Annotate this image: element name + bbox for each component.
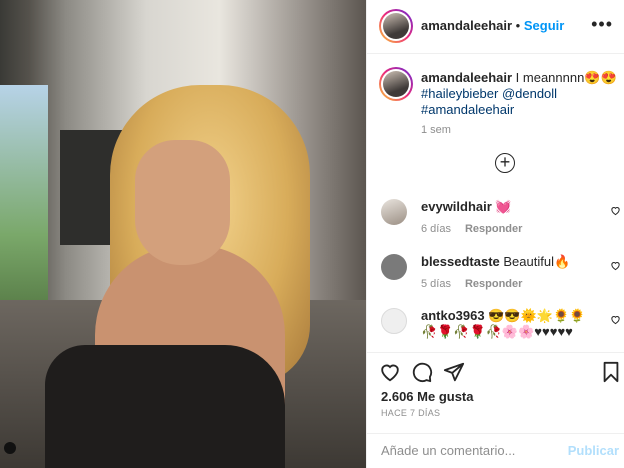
like-comment-heart-icon[interactable] xyxy=(610,205,621,216)
post-header: amandaleehair • Seguir ••• xyxy=(367,0,624,54)
comment-username[interactable]: evywildhair xyxy=(421,199,492,214)
load-more-comments-button[interactable]: + xyxy=(495,153,515,173)
comment-item: evywildhair 💓 6 días Responder xyxy=(367,199,624,239)
post-panel: amandaleehair • Seguir ••• amandaleehair… xyxy=(366,0,624,468)
comment-username[interactable]: blessedtaste xyxy=(421,254,500,269)
comment-body: evywildhair 💓 xyxy=(421,199,601,215)
like-comment-heart-icon[interactable] xyxy=(610,260,621,271)
follow-button[interactable]: Seguir xyxy=(524,18,564,33)
save-bookmark-icon[interactable] xyxy=(601,361,621,383)
post-date[interactable]: HACE 7 DÍAS xyxy=(381,408,440,418)
photo-clothing xyxy=(45,345,285,468)
add-comment-input[interactable] xyxy=(381,443,561,458)
comment-item: antko3963 😎😎🌞🌟🌻🌻🥀🌹🥀🌹🥀🌸🌸♥♥♥♥♥ xyxy=(367,308,624,348)
comment-meta: 6 días Responder xyxy=(421,223,536,235)
caption-text: I meannnnn😍😍 xyxy=(512,70,617,85)
comment-body: blessedtaste Beautiful🔥 xyxy=(421,254,601,270)
author-avatar[interactable] xyxy=(379,9,413,43)
post-actions: 2.606 Me gusta HACE 7 DÍAS Publicar xyxy=(367,352,624,462)
reply-button[interactable]: Responder xyxy=(465,223,522,235)
caption-avatar[interactable] xyxy=(379,67,413,101)
add-comment-bar: Publicar xyxy=(367,433,624,468)
publish-button[interactable]: Publicar xyxy=(568,443,619,458)
reply-button[interactable]: Responder xyxy=(465,278,522,290)
more-options-icon[interactable]: ••• xyxy=(591,14,613,35)
post-photo[interactable] xyxy=(0,0,366,468)
comment-body: antko3963 😎😎🌞🌟🌻🌻🥀🌹🥀🌹🥀🌸🌸♥♥♥♥♥ xyxy=(421,308,601,340)
header-separator: • xyxy=(515,18,521,33)
comment-text: Beautiful🔥 xyxy=(499,254,571,269)
comment-time[interactable]: 6 días xyxy=(421,223,451,235)
comment-item: blessedtaste Beautiful🔥 5 días Responder xyxy=(367,254,624,294)
photo-window xyxy=(0,85,48,335)
user-tag-icon[interactable] xyxy=(4,442,16,454)
comment-avatar[interactable] xyxy=(381,254,407,280)
comment-avatar[interactable] xyxy=(381,308,407,334)
comment-avatar[interactable] xyxy=(381,199,407,225)
caption-tags[interactable]: #haileybieber @dendoll #amandaleehair xyxy=(421,86,557,117)
share-paper-plane-icon[interactable] xyxy=(443,361,465,383)
comment-text: 💓 xyxy=(491,199,512,214)
comment-bubble-icon[interactable] xyxy=(411,361,433,383)
post-caption: amandaleehair I meannnnn😍😍 #haileybieber… xyxy=(421,70,617,118)
comment-meta: 5 días Responder xyxy=(421,278,536,290)
like-heart-icon[interactable] xyxy=(379,361,401,383)
like-comment-heart-icon[interactable] xyxy=(610,314,621,325)
likes-count[interactable]: 2.606 Me gusta xyxy=(381,389,474,404)
author-username[interactable]: amandaleehair xyxy=(421,18,512,33)
comment-time[interactable]: 5 días xyxy=(421,278,451,290)
photo-face xyxy=(135,140,230,265)
caption-time[interactable]: 1 sem xyxy=(421,124,451,136)
comment-username[interactable]: antko3963 xyxy=(421,308,485,323)
caption-username[interactable]: amandaleehair xyxy=(421,70,512,85)
